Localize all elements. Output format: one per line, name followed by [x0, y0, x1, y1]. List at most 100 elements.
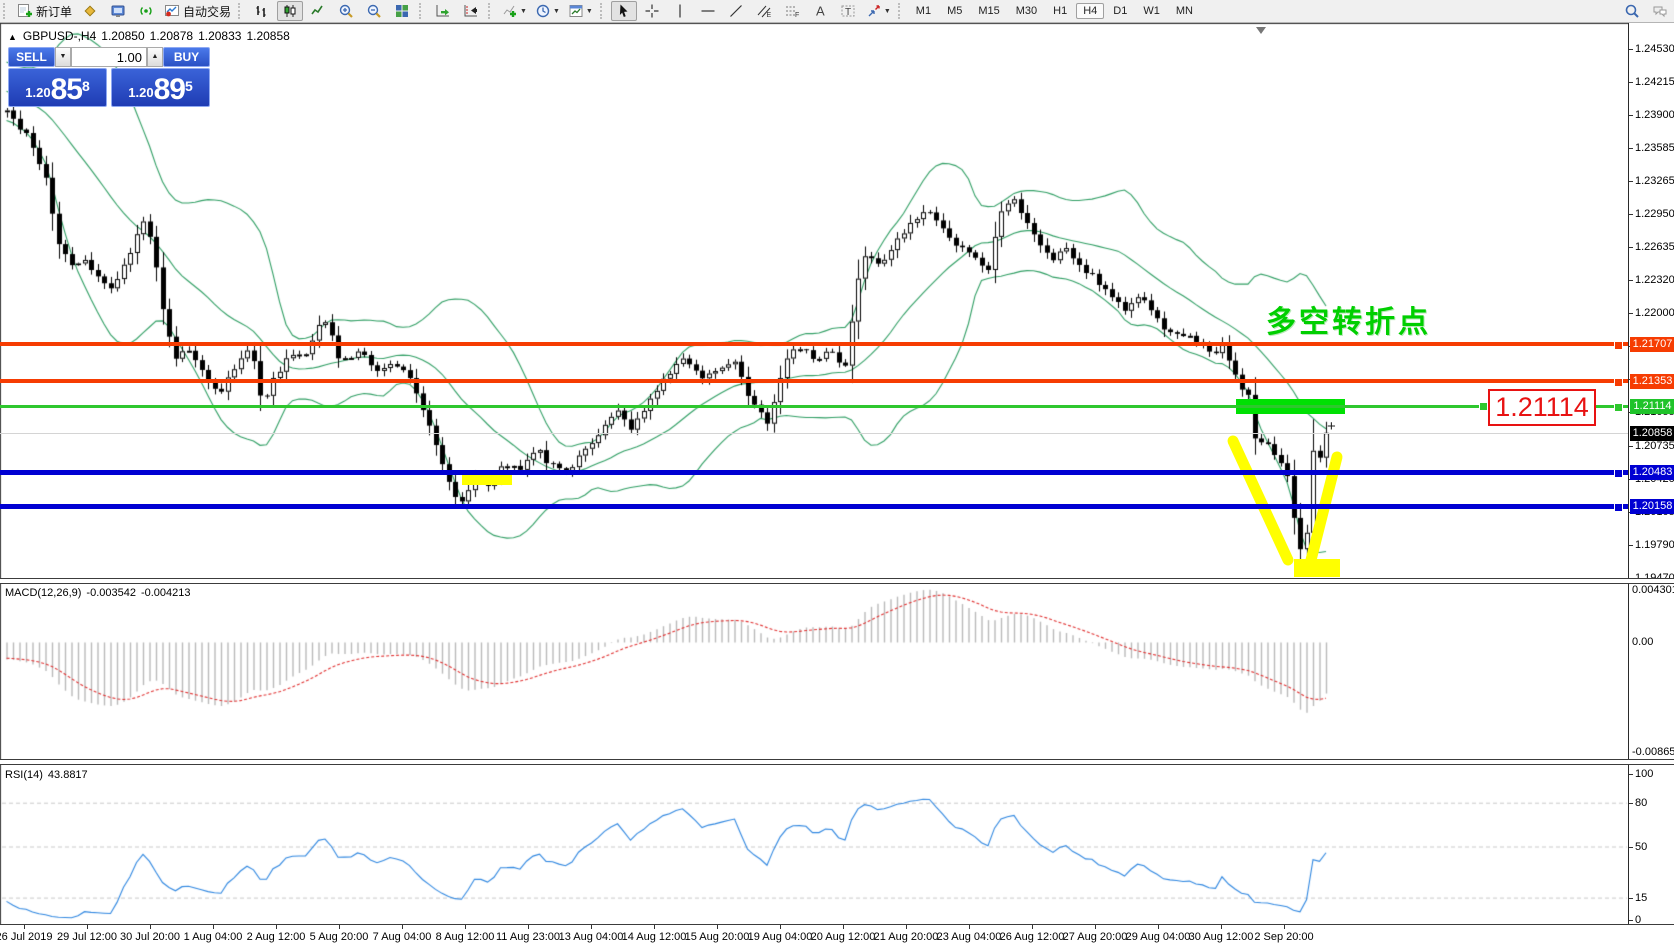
- price-tick-mark: [1629, 545, 1633, 546]
- cursor-button[interactable]: [611, 1, 637, 21]
- line-anchor-handle[interactable]: [1614, 503, 1623, 512]
- autotrading-button[interactable]: 自动交易: [161, 1, 234, 21]
- chevron-down-icon[interactable]: ▼: [553, 8, 560, 15]
- chat-icon: [1652, 3, 1668, 19]
- line-anchor-handle[interactable]: [1614, 403, 1623, 412]
- price-level-line-1.21353[interactable]: [0, 379, 1628, 383]
- crosshair-button[interactable]: [639, 1, 665, 21]
- text-button[interactable]: A: [807, 1, 833, 21]
- price-level-line-1.21707[interactable]: [0, 342, 1628, 346]
- time-tick-mark: [1032, 925, 1033, 929]
- price-axis[interactable]: 1.245301.242151.239001.235851.232651.229…: [1628, 23, 1674, 925]
- time-tick-label: 13 Aug 04:00: [559, 931, 624, 943]
- ohlc-open: 1.20850: [101, 29, 144, 43]
- rsi-label: RSI(14)43.8817: [5, 769, 93, 781]
- sell-button[interactable]: SELL: [8, 47, 55, 67]
- vline-button[interactable]: [667, 1, 693, 21]
- tf-button-H4[interactable]: H4: [1076, 3, 1104, 19]
- chart-shift-button[interactable]: [458, 1, 484, 21]
- buy-button[interactable]: BUY: [163, 47, 210, 67]
- tile-windows-button[interactable]: [389, 1, 415, 21]
- price-level-line-1.21114[interactable]: [0, 405, 1628, 408]
- label-button[interactable]: T: [835, 1, 861, 21]
- line-chart-button[interactable]: [305, 1, 331, 21]
- time-tick-mark: [24, 925, 25, 929]
- price-level-line-1.20158[interactable]: [0, 504, 1628, 509]
- price-chart-canvas[interactable]: [0, 23, 1674, 948]
- collapse-panel-icon[interactable]: ▲: [8, 32, 17, 42]
- time-tick-mark: [780, 925, 781, 929]
- line-anchor-handle[interactable]: [1614, 469, 1623, 478]
- macd-axis-label: 0.00: [1632, 635, 1653, 649]
- autoscroll-button[interactable]: [430, 1, 456, 21]
- fibo-button[interactable]: F: [779, 1, 805, 21]
- chevron-down-icon[interactable]: ▼: [586, 8, 593, 15]
- volume-increase-button[interactable]: ▲: [147, 47, 163, 67]
- macd-rsi-splitter[interactable]: [0, 759, 1674, 765]
- tf-button-MN[interactable]: MN: [1169, 3, 1200, 19]
- time-tick-mark: [1158, 925, 1159, 929]
- text-icon: A: [812, 3, 828, 19]
- zoom-out-button[interactable]: [361, 1, 387, 21]
- label-icon: T: [840, 3, 856, 19]
- rsi-axis-label: 50: [1635, 840, 1647, 854]
- yellow-highlight-rect-bottom[interactable]: [1294, 559, 1340, 577]
- price-callout-box[interactable]: 1.21114: [1488, 389, 1596, 426]
- tf-button-W1[interactable]: W1: [1136, 3, 1167, 19]
- rsi-axis-label: 100: [1635, 767, 1653, 781]
- price-tick-mark: [1629, 148, 1633, 149]
- chevron-down-icon[interactable]: ▼: [884, 8, 891, 15]
- data-window-button[interactable]: [105, 1, 131, 21]
- shapes-button[interactable]: ▼: [863, 1, 894, 21]
- profiles-button[interactable]: [77, 1, 103, 21]
- tf-button-M1[interactable]: M1: [909, 3, 938, 19]
- price-level-line-1.20483[interactable]: [0, 470, 1628, 475]
- tf-button-M15[interactable]: M15: [971, 3, 1006, 19]
- templates-button[interactable]: ▼: [565, 1, 596, 21]
- channel-button[interactable]: E: [751, 1, 777, 21]
- one-click-trade-panel: SELL ▼ ▲ BUY 1.20858 1.20895: [8, 47, 210, 107]
- buy-price-display[interactable]: 1.20895: [111, 68, 210, 107]
- tf-button-M5[interactable]: M5: [940, 3, 969, 19]
- search-button[interactable]: [1619, 1, 1645, 21]
- channel-icon: E: [756, 3, 772, 19]
- tf-button-M30[interactable]: M30: [1009, 3, 1044, 19]
- sell-price-display[interactable]: 1.20858: [8, 68, 107, 107]
- volume-input[interactable]: [71, 47, 147, 67]
- callout-anchor-handle[interactable]: [1479, 402, 1488, 411]
- hline-button[interactable]: [695, 1, 721, 21]
- line-anchor-handle[interactable]: [1614, 341, 1623, 350]
- main-macd-splitter[interactable]: [0, 578, 1674, 584]
- new-order-button[interactable]: 新订单: [14, 1, 75, 21]
- chart-shift-marker-icon[interactable]: [1256, 27, 1266, 34]
- time-tick-label: 14 Aug 12:00: [622, 931, 687, 943]
- bars-button[interactable]: [249, 1, 275, 21]
- turning-point-annotation[interactable]: 多空转折点: [1266, 297, 1431, 341]
- sell-price-small: 1.20: [25, 81, 50, 105]
- volume-decrease-button[interactable]: ▼: [55, 47, 71, 67]
- data-window-icon: [110, 3, 126, 19]
- fibo-icon: F: [784, 3, 800, 19]
- tf-button-D1[interactable]: D1: [1106, 3, 1134, 19]
- tf-button-H1[interactable]: H1: [1046, 3, 1074, 19]
- toolbar-button-label: 自动交易: [183, 3, 231, 20]
- trendline-button[interactable]: [723, 1, 749, 21]
- price-badge: 1.20858: [1630, 426, 1674, 441]
- indicators-add-button[interactable]: ▼: [499, 1, 530, 21]
- toolbar: 新订单 自动交易 ▼ ▼ ▼ EFAT ▼ M1M5M15M30H1H4D1W1MN: [0, 0, 1674, 23]
- line-anchor-handle[interactable]: [1614, 378, 1623, 387]
- time-tick-mark: [1095, 925, 1096, 929]
- periods-button[interactable]: ▼: [532, 1, 563, 21]
- crosshair-icon: [644, 3, 660, 19]
- zoom-in-button[interactable]: [333, 1, 359, 21]
- time-tick-mark: [276, 925, 277, 929]
- chart-title: ▲GBPUSD-,H41.208501.208781.208331.20858: [8, 29, 295, 43]
- periods-icon: [535, 3, 551, 19]
- chat-button[interactable]: [1647, 1, 1673, 21]
- search-icon: [1624, 3, 1640, 19]
- signal-button[interactable]: [133, 1, 159, 21]
- candles-button[interactable]: [277, 1, 303, 21]
- time-axis[interactable]: 26 Jul 201929 Jul 12:0030 Jul 20:001 Aug…: [0, 925, 1674, 948]
- autotrading-icon: [164, 3, 180, 19]
- chevron-down-icon[interactable]: ▼: [520, 8, 527, 15]
